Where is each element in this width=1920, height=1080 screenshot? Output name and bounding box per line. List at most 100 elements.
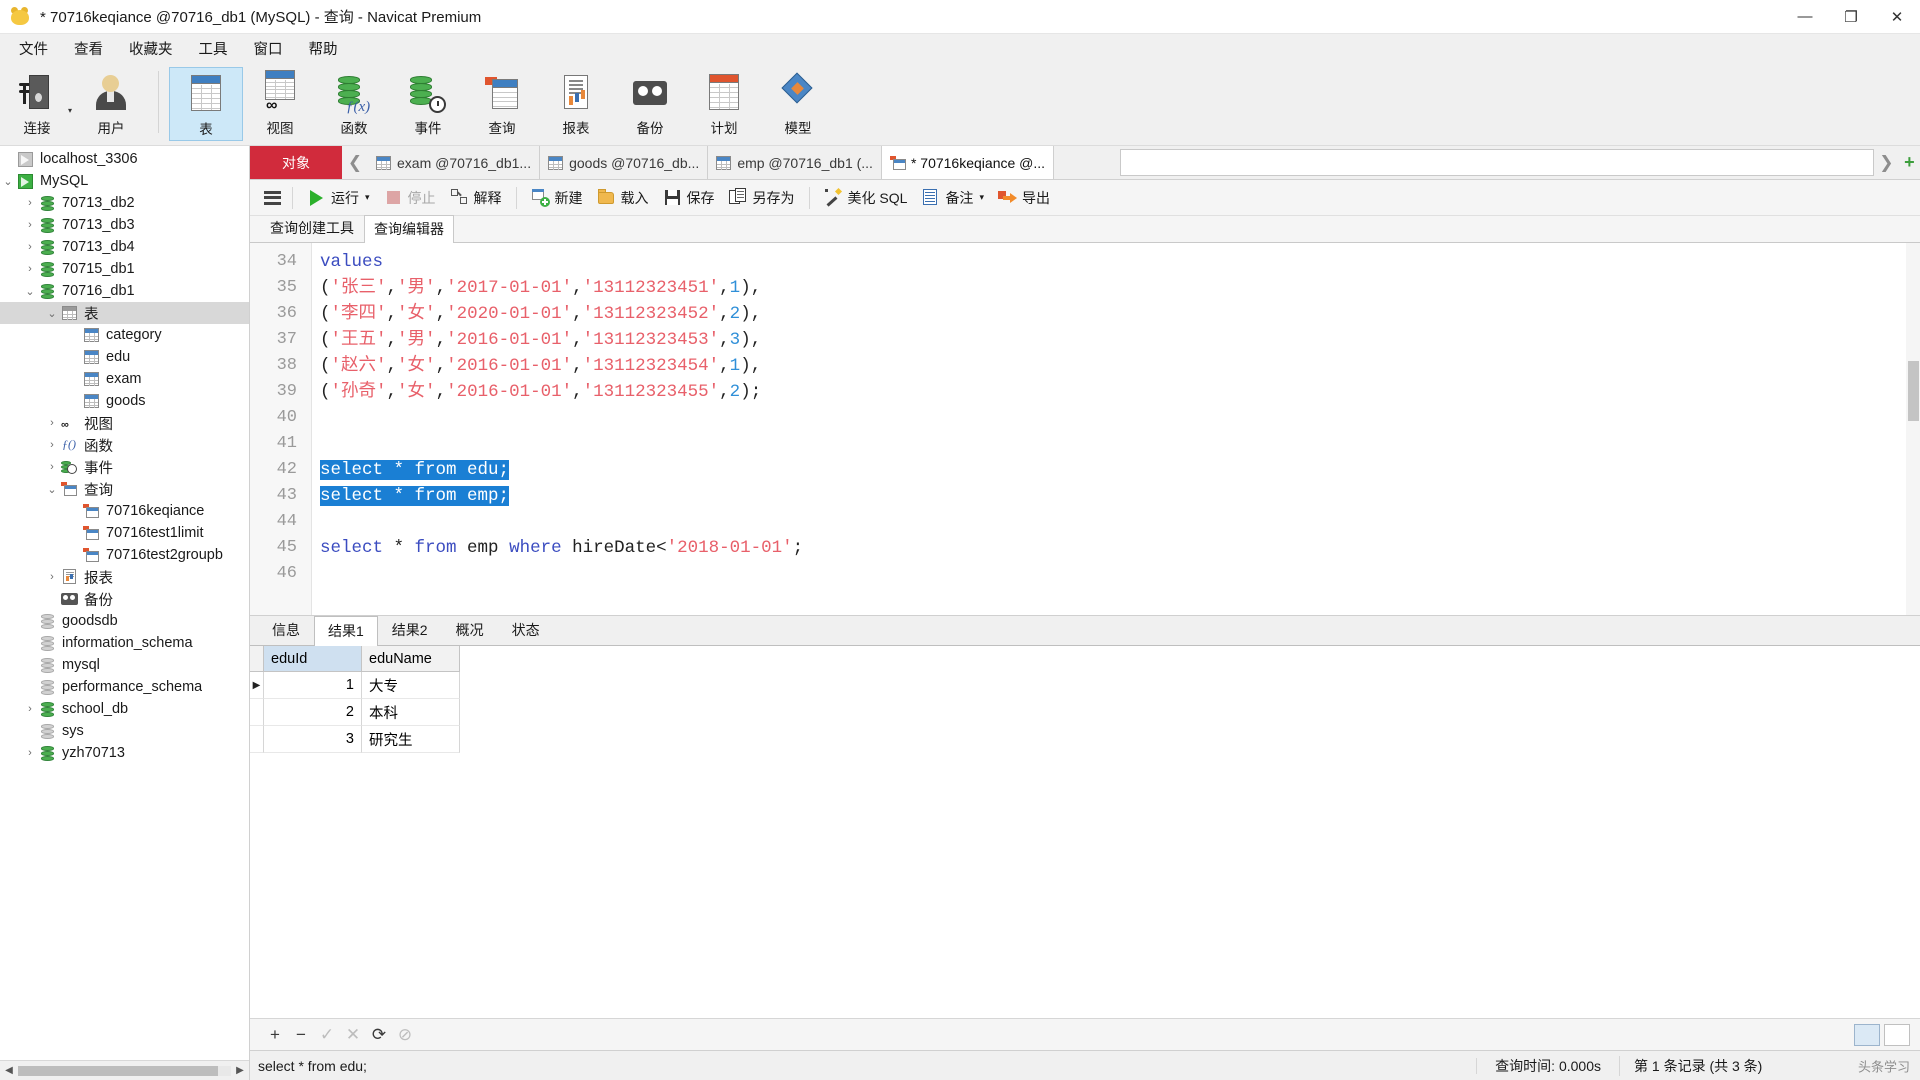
new-tab-button[interactable]: + [1904,152,1915,173]
ribbon-button-表[interactable]: 表 [169,67,243,141]
refresh-button[interactable]: ⟳ [366,1022,392,1048]
maximize-button[interactable]: ❐ [1828,0,1874,34]
tree-node-sys[interactable]: sys [0,720,249,742]
ribbon-button-视图[interactable]: ∞ 视图 [243,67,317,141]
code-line[interactable]: ('李四','女','2020-01-01','13112323452',2), [320,301,1920,327]
object-tree[interactable]: localhost_3306 ⌄ MySQL › 70713_db2 › 70713_db3… [0,146,249,1060]
apply-change-button[interactable]: ✓ [314,1022,340,1048]
close-button[interactable]: ✕ [1874,0,1920,34]
editor-tab-0[interactable]: 查询创建工具 [260,214,364,242]
tree-node-70713_db3[interactable]: › 70713_db3 [0,214,249,236]
menu-item-4[interactable]: 窗口 [241,34,296,63]
tree-node-报表[interactable]: › 报表 [0,566,249,588]
menu-item-1[interactable]: 查看 [61,34,116,63]
delete-record-button[interactable]: − [288,1022,314,1048]
sql-editor[interactable]: 34 35 36 37 38 39 40 41 42 43 44 45 46 values ('张三','… [250,243,1920,615]
toolbar-button-解释[interactable]: 解释 [443,184,509,212]
tree-twisty[interactable]: › [44,417,60,429]
table-row[interactable]: 2 本科 [250,699,1920,726]
tree-node-70713_db2[interactable]: › 70713_db2 [0,192,249,214]
code-line[interactable] [320,431,1920,457]
stop-button[interactable]: ⊘ [392,1022,418,1048]
add-record-button[interactable]: + [262,1022,288,1048]
tree-twisty[interactable]: ⌄ [44,483,60,496]
editor-vertical-scrollbar[interactable] [1906,243,1920,615]
menu-item-3[interactable]: 工具 [186,34,241,63]
grid-cell[interactable]: 2 [264,699,362,726]
tree-node-备份[interactable]: 备份 [0,588,249,610]
minimize-button[interactable]: — [1782,0,1828,34]
editor-mode-tabs[interactable]: 查询创建工具 查询编辑器 [250,214,1920,243]
ribbon-button-事件[interactable]: 事件 [391,67,465,141]
code-line[interactable]: select * from edu; [320,457,1920,483]
tree-node-mysql[interactable]: mysql [0,654,249,676]
result-tab-结果2[interactable]: 结果2 [378,615,442,645]
ribbon-button-备份[interactable]: 备份 [613,67,687,141]
chevron-down-icon[interactable]: ▾ [365,192,370,203]
editor-tab-1[interactable]: 查询编辑器 [364,215,454,243]
sql-code-area[interactable]: values ('张三','男','2017-01-01','1311232345… [312,243,1920,615]
ribbon-button-连接[interactable]: 连接 ▾ [0,67,74,141]
object-tab[interactable]: 对象 [250,146,342,179]
grid-cell[interactable]: 大专 [362,672,460,699]
tree-node-函数[interactable]: › ƒ() 函数 [0,434,249,456]
toolbar-button-载入[interactable]: 载入 [590,184,656,212]
tab-scroll-right[interactable]: ❯ [1879,153,1893,173]
tree-twisty[interactable]: ⌄ [22,285,38,298]
chevron-down-icon[interactable]: ▾ [979,192,984,203]
tree-node-category[interactable]: category [0,324,249,346]
result-tab-结果1[interactable]: 结果1 [314,616,378,646]
tree-node-school_db[interactable]: › school_db [0,698,249,720]
menu-item-5[interactable]: 帮助 [296,34,351,63]
tree-node-70716test1limit[interactable]: 70716test1limit [0,522,249,544]
document-tabs[interactable]: exam @70716_db1... goods @70716_db... emp … [368,146,1120,179]
document-tab-3[interactable]: * 70716keqiance @... [881,146,1055,179]
grid-view-icon[interactable] [1854,1023,1880,1046]
tree-twisty[interactable]: › [44,439,60,451]
tree-twisty[interactable]: › [22,219,38,231]
tree-node-information_schema[interactable]: information_schema [0,632,249,654]
document-tab-1[interactable]: goods @70716_db... [540,146,709,179]
scroll-track[interactable] [18,1065,231,1076]
grid-cell[interactable]: 3 [264,726,362,753]
code-line[interactable]: select * from emp; [320,483,1920,509]
ribbon-button-函数[interactable]: ƒ(x) 函数 [317,67,391,141]
tree-twisty[interactable]: › [44,461,60,473]
code-line[interactable]: values [320,249,1920,275]
tree-node-performance_schema[interactable]: performance_schema [0,676,249,698]
code-line[interactable] [320,561,1920,587]
code-line[interactable] [320,509,1920,535]
tree-node-exam[interactable]: exam [0,368,249,390]
tree-node-视图[interactable]: › ∞ 视图 [0,412,249,434]
tree-node-查询[interactable]: ⌄ 查询 [0,478,249,500]
tree-node-goods[interactable]: goods [0,390,249,412]
result-tab-状态[interactable]: 状态 [498,615,554,645]
tree-node-事件[interactable]: › 事件 [0,456,249,478]
tree-twisty[interactable]: › [44,571,60,583]
grid-corner[interactable] [250,646,264,672]
result-tabs[interactable]: 信息 结果1 结果2 概况 状态 [250,615,1920,646]
tree-twisty[interactable]: ⌄ [44,307,60,320]
grid-cell[interactable]: 本科 [362,699,460,726]
menu-item-2[interactable]: 收藏夹 [116,34,186,63]
scroll-left-arrow[interactable]: ◀ [0,1065,18,1076]
tree-node-70716_db1[interactable]: ⌄ 70716_db1 [0,280,249,302]
ribbon-button-模型[interactable]: 模型 [761,67,835,141]
tree-node-localhost_3306[interactable]: localhost_3306 [0,148,249,170]
tree-twisty[interactable]: › [22,747,38,759]
code-line[interactable]: ('孙奇','女','2016-01-01','13112323455',2); [320,379,1920,405]
tree-node-表[interactable]: ⌄ 表 [0,302,249,324]
document-tab-0[interactable]: exam @70716_db1... [368,146,541,179]
tree-node-70715_db1[interactable]: › 70715_db1 [0,258,249,280]
table-row[interactable]: ▶ 1 大专 [250,672,1920,699]
table-row[interactable]: 3 研究生 [250,726,1920,753]
tree-node-goodsdb[interactable]: goodsdb [0,610,249,632]
tree-twisty[interactable]: › [22,703,38,715]
result-grid[interactable]: eduId eduName ▶ 1 大专 2 本科 3 研究生 [250,645,1920,1018]
tree-twisty[interactable]: ⌄ [0,175,16,188]
grid-rows[interactable]: ▶ 1 大专 2 本科 3 研究生 [250,672,1920,753]
editor-scroll-thumb[interactable] [1908,361,1919,421]
toolbar-button-备注[interactable]: 备注 ▾ [914,184,991,212]
ribbon-button-报表[interactable]: 报表 [539,67,613,141]
scroll-thumb[interactable] [18,1065,218,1076]
